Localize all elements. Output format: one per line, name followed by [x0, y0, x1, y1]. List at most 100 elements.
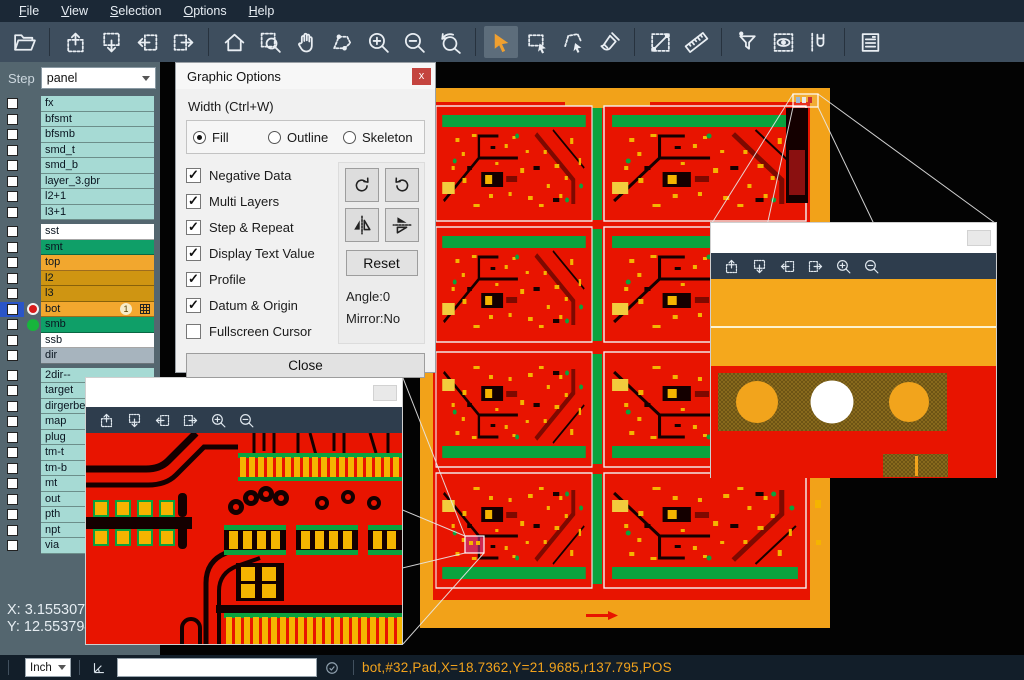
radio-skeleton[interactable]: Skeleton [343, 130, 414, 145]
layer-checkbox-cell[interactable] [0, 302, 24, 318]
menu-file[interactable]: File [8, 2, 50, 20]
checkbox-datum-origin[interactable]: ✓Datum & Origin [186, 292, 338, 318]
layer-checkbox[interactable] [7, 525, 18, 536]
zoom-window-viewport[interactable] [86, 433, 402, 644]
pan-down-icon[interactable] [121, 409, 147, 431]
filter-icon[interactable] [730, 26, 764, 58]
layer-checkbox-cell[interactable] [0, 255, 24, 271]
layer-checkbox[interactable] [7, 447, 18, 458]
layer-checkbox-cell[interactable] [0, 174, 24, 190]
checkbox-display-text-value[interactable]: ✓Display Text Value [186, 240, 338, 266]
select-polygon-icon[interactable] [556, 26, 590, 58]
ruler-icon[interactable] [679, 26, 713, 58]
rotate-cw-button[interactable] [345, 168, 379, 202]
layer-row-smb[interactable]: smb [0, 317, 160, 333]
checkbox-icon[interactable]: ✓ [186, 298, 201, 313]
layer-checkbox[interactable] [7, 98, 18, 109]
pan-down-icon[interactable] [746, 255, 772, 277]
radio-icon[interactable] [193, 131, 206, 144]
pan-left-icon[interactable] [774, 255, 800, 277]
zoom-in-icon[interactable] [361, 26, 395, 58]
zoom-in-icon[interactable] [205, 409, 231, 431]
grid-icon[interactable] [140, 304, 150, 317]
zoom-previous-icon[interactable] [433, 26, 467, 58]
radio-outline[interactable]: Outline [268, 130, 339, 145]
layer-checkbox[interactable] [7, 257, 18, 268]
layer-row-smd_t[interactable]: smd_t [0, 143, 160, 159]
layer-checkbox[interactable] [7, 494, 18, 505]
layer-checkbox-cell[interactable] [0, 538, 24, 554]
layer-name[interactable]: bfsmt [41, 112, 154, 128]
zoom-window-viewport[interactable] [711, 279, 996, 478]
layer-checkbox[interactable] [7, 160, 18, 171]
layer-checkbox-cell[interactable] [0, 476, 24, 492]
rotate-ccw-button[interactable] [385, 168, 419, 202]
layer-checkbox[interactable] [7, 350, 18, 361]
layer-checkbox[interactable] [7, 401, 18, 412]
layer-checkbox-cell[interactable] [0, 461, 24, 477]
pan-up-icon[interactable] [58, 26, 92, 58]
layer-row-l3+1[interactable]: l3+1 [0, 205, 160, 221]
layer-name[interactable]: bot1 [41, 302, 154, 318]
radio-fill[interactable]: Fill [193, 130, 264, 145]
clean-icon[interactable] [592, 26, 626, 58]
layer-name[interactable]: smb [41, 317, 154, 333]
zoom-out-icon[interactable] [233, 409, 259, 431]
zoom-source-rect-top[interactable] [793, 94, 818, 107]
layer-name[interactable]: sst [41, 224, 154, 240]
layer-name[interactable]: layer_3.gbr [41, 174, 154, 190]
move-view-icon[interactable] [325, 26, 359, 58]
close-button[interactable]: Close [186, 353, 425, 378]
command-input[interactable] [117, 658, 317, 677]
zoom-window-titlebar[interactable] [86, 378, 402, 407]
layer-name[interactable]: dir [41, 348, 154, 364]
layer-checkbox-cell[interactable] [0, 143, 24, 159]
layer-name[interactable]: smd_b [41, 158, 154, 174]
layer-checkbox-cell[interactable] [0, 317, 24, 333]
layer-name[interactable]: l2 [41, 271, 154, 287]
checkbox-icon[interactable] [186, 324, 201, 339]
mirror-horizontal-button[interactable] [385, 208, 419, 242]
layer-checkbox-cell[interactable] [0, 333, 24, 349]
layer-checkbox-cell[interactable] [0, 205, 24, 221]
layer-checkbox[interactable] [7, 370, 18, 381]
angle-measure-icon[interactable] [92, 660, 107, 675]
step-select[interactable]: panel [41, 67, 156, 89]
view-options-icon[interactable] [766, 26, 800, 58]
zoom-out-icon[interactable] [397, 26, 431, 58]
reset-button[interactable]: Reset [346, 250, 418, 276]
pan-down-icon[interactable] [94, 26, 128, 58]
checkbox-profile[interactable]: ✓Profile [186, 266, 338, 292]
layer-row-bfsmt[interactable]: bfsmt [0, 112, 160, 128]
checkbox-icon[interactable]: ✓ [186, 272, 201, 287]
layer-checkbox-cell[interactable] [0, 112, 24, 128]
layer-checkbox[interactable] [7, 416, 18, 427]
layer-checkbox-cell[interactable] [0, 399, 24, 415]
layer-checkbox-cell[interactable] [0, 492, 24, 508]
measure-distance-icon[interactable] [643, 26, 677, 58]
layer-row-fx[interactable]: fx [0, 96, 160, 112]
layer-row-bot[interactable]: bot1 [0, 302, 160, 318]
layer-checkbox-cell[interactable] [0, 348, 24, 364]
menu-options[interactable]: Options [172, 2, 237, 20]
units-select[interactable]: Inch [25, 658, 71, 677]
layer-checkbox-cell[interactable] [0, 158, 24, 174]
layer-checkbox[interactable] [7, 273, 18, 284]
zoom-out-icon[interactable] [858, 255, 884, 277]
pan-right-icon[interactable] [166, 26, 200, 58]
layer-name[interactable]: l3 [41, 286, 154, 302]
layer-checkbox-cell[interactable] [0, 507, 24, 523]
pan-left-icon[interactable] [130, 26, 164, 58]
layer-checkbox-cell[interactable] [0, 383, 24, 399]
layer-checkbox-cell[interactable] [0, 445, 24, 461]
layer-checkbox[interactable] [7, 191, 18, 202]
layer-checkbox[interactable] [7, 478, 18, 489]
open-icon[interactable] [7, 26, 41, 58]
radio-icon[interactable] [343, 131, 356, 144]
home-icon[interactable] [217, 26, 251, 58]
layer-checkbox[interactable] [7, 129, 18, 140]
layer-checkbox[interactable] [7, 335, 18, 346]
zoom-in-icon[interactable] [830, 255, 856, 277]
pan-up-icon[interactable] [93, 409, 119, 431]
window-button[interactable] [373, 385, 397, 401]
